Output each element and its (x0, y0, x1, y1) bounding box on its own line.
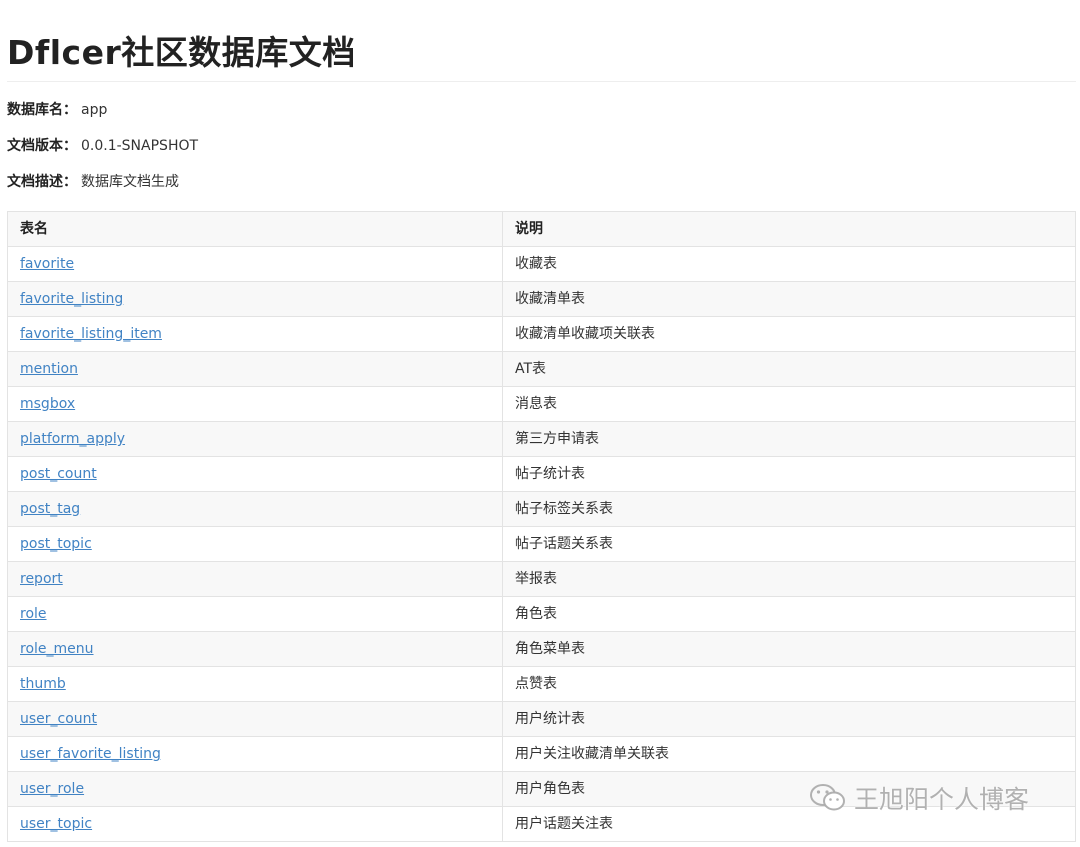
table-row: role_menu 角色菜单表 (7, 631, 1076, 667)
table-name-link[interactable]: user_topic (20, 816, 92, 832)
meta-doc-desc-value: 数据库文档生成 (81, 174, 179, 190)
table-name-link[interactable]: msgbox (20, 396, 75, 412)
table-description-cell: 用户关注收藏清单关联表 (502, 736, 1076, 772)
table-name-link[interactable]: favorite (20, 256, 74, 272)
table-name-cell: report (7, 561, 503, 597)
table-name-link[interactable]: post_tag (20, 501, 80, 517)
table-name-cell: user_topic (7, 806, 503, 842)
table-row: msgbox 消息表 (7, 386, 1076, 422)
table-description-cell: 第三方申请表 (502, 421, 1076, 457)
table-name-cell: platform_apply (7, 421, 503, 457)
table-name-link[interactable]: post_count (20, 466, 97, 482)
meta-doc-version-value: 0.0.1-SNAPSHOT (81, 138, 199, 154)
table-description-cell: 举报表 (502, 561, 1076, 597)
table-name-link[interactable]: favorite_listing_item (20, 326, 162, 342)
table-name-link[interactable]: role (20, 606, 47, 622)
table-description-cell: 角色菜单表 (502, 631, 1076, 667)
table-name-link[interactable]: user_count (20, 711, 97, 727)
table-name-cell: favorite_listing_item (7, 316, 503, 352)
table-row: post_topic 帖子话题关系表 (7, 526, 1076, 562)
table-list: 表名 说明 favorite 收藏表 favorite_listing 收藏清单表 fa… (7, 211, 1076, 842)
table-name-cell: mention (7, 351, 503, 387)
table-description-cell: 帖子统计表 (502, 456, 1076, 492)
meta-doc-version-label: 文档版本： (7, 138, 77, 154)
table-name-cell: post_topic (7, 526, 503, 562)
table-row: role 角色表 (7, 596, 1076, 632)
page-title: Dflcer社区数据库文档 (7, 33, 356, 72)
watermark: 王旭阳个人博客 (808, 780, 1029, 816)
header-table-name: 表名 (7, 211, 503, 247)
table-row: favorite 收藏表 (7, 246, 1076, 282)
table-name-link[interactable]: user_favorite_listing (20, 746, 161, 762)
table-name-link[interactable]: user_role (20, 781, 84, 797)
meta-db-name-value: app (81, 102, 108, 118)
table-description-cell: 收藏表 (502, 246, 1076, 282)
table-row: post_tag 帖子标签关系表 (7, 491, 1076, 527)
table-row: favorite_listing 收藏清单表 (7, 281, 1076, 317)
table-name-cell: user_role (7, 771, 503, 807)
table-row: post_count 帖子统计表 (7, 456, 1076, 492)
meta-db-name: 数据库名： app (7, 100, 107, 120)
table-name-link[interactable]: report (20, 571, 63, 587)
table-name-cell: post_tag (7, 491, 503, 527)
table-name-cell: favorite_listing (7, 281, 503, 317)
title-divider (7, 81, 1076, 82)
table-name-cell: user_favorite_listing (7, 736, 503, 772)
table-row: report 举报表 (7, 561, 1076, 597)
watermark-text: 王旭阳个人博客 (854, 785, 1030, 814)
table-header-row: 表名 说明 (7, 211, 1076, 247)
table-description-cell: AT表 (502, 351, 1076, 387)
table-name-cell: role (7, 596, 503, 632)
table-name-cell: msgbox (7, 386, 503, 422)
header-description: 说明 (502, 211, 1076, 247)
table-description-cell: 点赞表 (502, 666, 1076, 702)
table-description-cell: 角色表 (502, 596, 1076, 632)
table-name-link[interactable]: mention (20, 361, 78, 377)
table-row: favorite_listing_item 收藏清单收藏项关联表 (7, 316, 1076, 352)
table-description-cell: 用户统计表 (502, 701, 1076, 737)
table-name-cell: user_count (7, 701, 503, 737)
meta-doc-desc: 文档描述： 数据库文档生成 (7, 172, 179, 192)
table-row: platform_apply 第三方申请表 (7, 421, 1076, 457)
table-name-cell: thumb (7, 666, 503, 702)
table-row: mention AT表 (7, 351, 1076, 387)
table-row: thumb 点赞表 (7, 666, 1076, 702)
table-description-cell: 帖子标签关系表 (502, 491, 1076, 527)
meta-db-name-label: 数据库名： (7, 102, 77, 118)
table-description-cell: 帖子话题关系表 (502, 526, 1076, 562)
table-name-link[interactable]: favorite_listing (20, 291, 123, 307)
table-description-cell: 收藏清单收藏项关联表 (502, 316, 1076, 352)
table-name-link[interactable]: post_topic (20, 536, 92, 552)
table-description-cell: 消息表 (502, 386, 1076, 422)
table-name-cell: favorite (7, 246, 503, 282)
meta-doc-version: 文档版本： 0.0.1-SNAPSHOT (7, 136, 198, 156)
table-name-cell: role_menu (7, 631, 503, 667)
table-name-cell: post_count (7, 456, 503, 492)
table-name-link[interactable]: role_menu (20, 641, 94, 657)
table-name-link[interactable]: platform_apply (20, 431, 125, 447)
table-row: user_favorite_listing 用户关注收藏清单关联表 (7, 736, 1076, 772)
wechat-icon (810, 784, 845, 811)
table-name-link[interactable]: thumb (20, 676, 66, 692)
table-description-cell: 收藏清单表 (502, 281, 1076, 317)
meta-doc-desc-label: 文档描述： (7, 174, 77, 190)
table-row: user_count 用户统计表 (7, 701, 1076, 737)
